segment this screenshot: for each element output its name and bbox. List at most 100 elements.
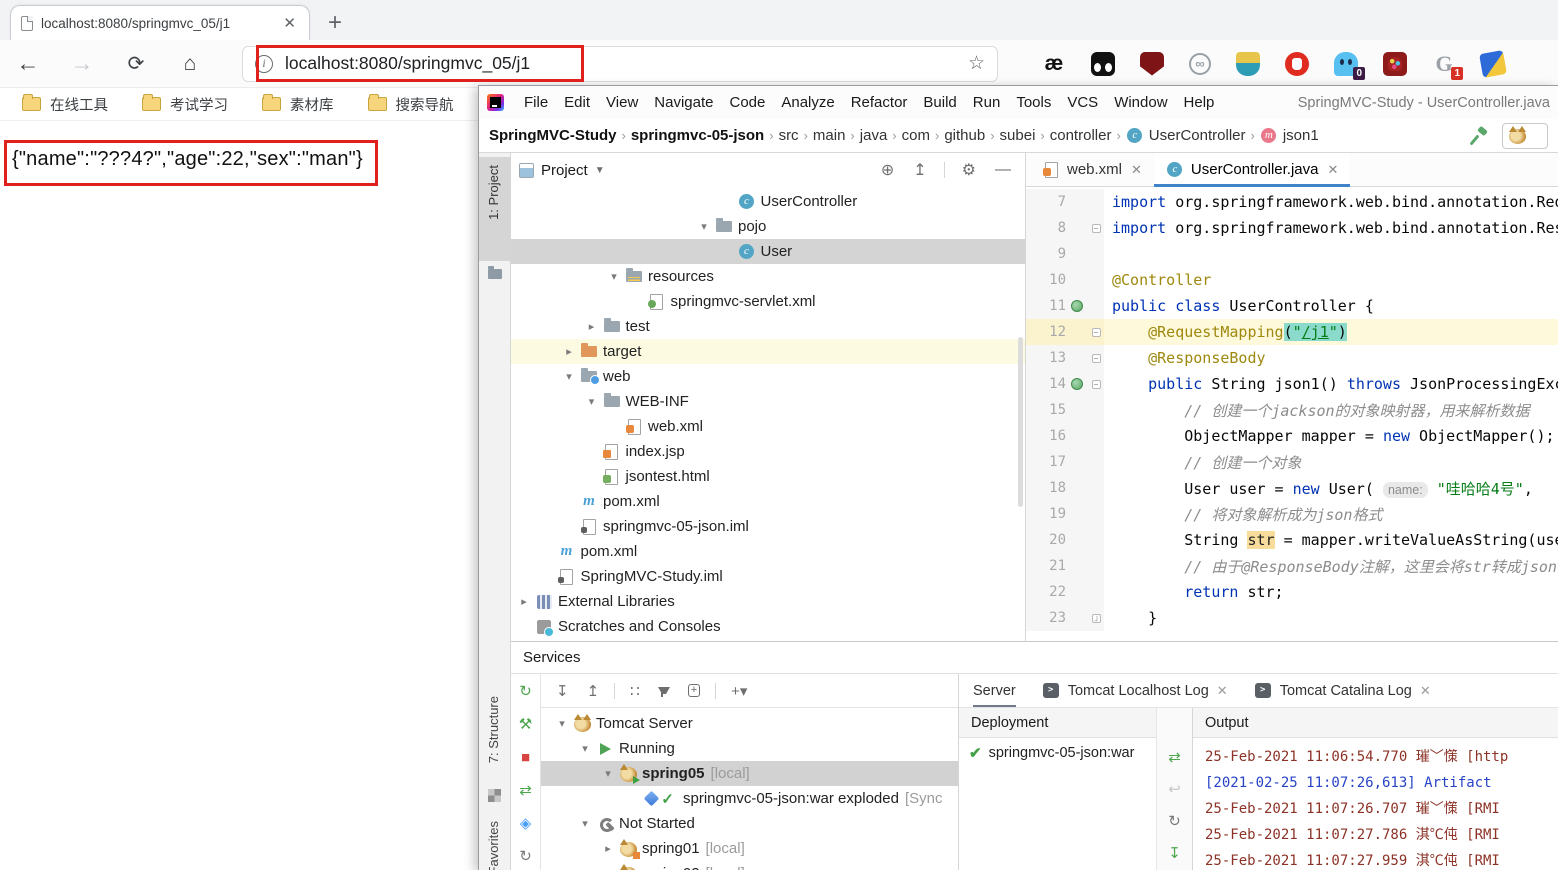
menu-vcs[interactable]: VCS: [1059, 86, 1106, 119]
service-tree-item[interactable]: ▾Not Started: [541, 811, 958, 836]
close-tab-icon[interactable]: ✕: [1129, 162, 1142, 178]
tree-item[interactable]: index.jsp: [511, 439, 1025, 464]
add-service-icon[interactable]: +▾: [724, 682, 754, 700]
bookmark-item[interactable]: 素材库: [262, 94, 334, 115]
tree-item[interactable]: springmvc-05-json.iml: [511, 514, 1025, 539]
chevron-down-icon[interactable]: ▾: [597, 767, 619, 780]
breadcrumb-item-usercontroller[interactable]: cUserController: [1126, 127, 1246, 144]
menu-file[interactable]: File: [516, 86, 556, 119]
tree-item[interactable]: cUserController: [511, 189, 1025, 214]
locate-file-icon[interactable]: ⊕: [875, 160, 900, 180]
service-tree-item[interactable]: ▸spring01 [local]: [541, 836, 958, 861]
fold-marker[interactable]: −: [1092, 380, 1101, 389]
ghostery-extension[interactable]: 0: [1334, 52, 1358, 76]
url-bar[interactable]: i localhost:8080/springmvc_05/j1 ☆: [242, 46, 998, 82]
tree-item[interactable]: ▾WEB-INF: [511, 389, 1025, 414]
group-by-icon[interactable]: ∷: [623, 682, 647, 700]
service-tree-item[interactable]: ✓springmvc-05-json:war exploded [Sync: [541, 786, 958, 811]
show-frame-icon[interactable]: +: [681, 684, 707, 697]
breadcrumb-item-src[interactable]: src: [779, 127, 799, 144]
close-tab-icon[interactable]: ✕: [1420, 683, 1431, 699]
tree-item[interactable]: cUser: [511, 239, 1025, 264]
service-tree-item[interactable]: ▾spring05 [local]: [541, 761, 958, 786]
deploy-artifacts-icon[interactable]: ⇄: [519, 783, 532, 799]
scrollbar-thumb[interactable]: [1018, 337, 1023, 507]
tab-tomcat-localhost-log[interactable]: >Tomcat Localhost Log✕: [1042, 674, 1228, 707]
stripe-favorites[interactable]: Favorites: [486, 821, 501, 870]
chevron-down-icon[interactable]: ▾: [574, 742, 596, 755]
chevron-right-icon[interactable]: ▸: [513, 595, 535, 608]
site-info-icon[interactable]: i: [255, 55, 273, 73]
tree-item[interactable]: mpom.xml: [511, 539, 1025, 564]
tree-item[interactable]: SpringMVC-Study.iml: [511, 564, 1025, 589]
expand-all-icon[interactable]: ↧: [549, 682, 576, 700]
ublock-extension[interactable]: [1140, 52, 1164, 76]
tree-item[interactable]: web.xml: [511, 414, 1025, 439]
stripe-project[interactable]: 1: Project: [486, 165, 501, 220]
menu-code[interactable]: Code: [721, 86, 773, 119]
menu-analyze[interactable]: Analyze: [773, 86, 842, 119]
settings-gear-icon[interactable]: ⚙: [956, 160, 982, 180]
services-config-icon[interactable]: ◈: [520, 816, 532, 832]
tree-item[interactable]: ▸test: [511, 314, 1025, 339]
code-editor[interactable]: 7import org.springframework.web.bind.ann…: [1026, 187, 1558, 641]
deployment-item[interactable]: ✔springmvc-05-json:war: [959, 738, 1156, 768]
chevron-right-icon[interactable]: ▸: [581, 320, 603, 333]
menu-navigate[interactable]: Navigate: [646, 86, 721, 119]
service-tree-item[interactable]: ▾Running: [541, 736, 958, 761]
deploy-to-server-icon[interactable]: ↧: [1168, 844, 1181, 862]
breadcrumb-item-com[interactable]: com: [902, 127, 930, 144]
hide-panel-icon[interactable]: —: [989, 161, 1017, 179]
project-folder-icon[interactable]: [488, 269, 502, 279]
build-hammer-icon[interactable]: [1470, 127, 1488, 145]
editor-tab-UserController.java[interactable]: cUserController.java✕: [1154, 153, 1350, 186]
tab-tomcat-catalina-log[interactable]: >Tomcat Catalina Log✕: [1254, 674, 1431, 707]
bookmark-item[interactable]: 考试学习: [142, 94, 228, 115]
menu-view[interactable]: View: [598, 86, 646, 119]
chevron-down-icon[interactable]: ▾: [693, 220, 715, 233]
bookmark-item[interactable]: 在线工具: [22, 94, 108, 115]
refresh-deployment-icon[interactable]: ↻: [1168, 812, 1181, 830]
chevron-down-icon[interactable]: ▾: [551, 717, 573, 730]
breadcrumb-item-springmvc-05-json[interactable]: springmvc-05-json: [631, 127, 764, 144]
dark-reader-extension[interactable]: [1091, 52, 1115, 76]
browser-tab[interactable]: localhost:8080/springmvc_05/j1 ✕: [10, 5, 310, 40]
stripe-structure[interactable]: 7: Structure: [486, 696, 501, 763]
spring-bean-gutter-icon[interactable]: [1071, 300, 1083, 312]
breadcrumb-item-github[interactable]: github: [944, 127, 985, 144]
proxy-extension[interactable]: [1189, 53, 1211, 75]
chevron-right-icon[interactable]: ▸: [597, 842, 619, 855]
fold-marker[interactable]: −: [1092, 224, 1101, 233]
fold-marker[interactable]: −: [1092, 328, 1101, 337]
collapse-all-icon[interactable]: ↥: [580, 682, 607, 700]
close-tab-icon[interactable]: ✕: [1217, 683, 1228, 699]
adblock-extension[interactable]: [1285, 52, 1309, 76]
tree-extension[interactable]: [1383, 52, 1407, 76]
breadcrumb-item-json1[interactable]: mjson1: [1260, 127, 1319, 144]
spring-bean-gutter-icon[interactable]: [1071, 378, 1083, 390]
breadcrumb-item-subei[interactable]: subei: [1000, 127, 1036, 144]
tree-item[interactable]: springmvc-servlet.xml: [511, 289, 1025, 314]
tree-item[interactable]: ▾web: [511, 364, 1025, 389]
breadcrumb-item-controller[interactable]: controller: [1050, 127, 1112, 144]
chevron-down-icon[interactable]: ▾: [603, 270, 625, 283]
breadcrumb-item-springmvc-study[interactable]: SpringMVC-Study: [489, 127, 617, 144]
reload-icon[interactable]: ⟳: [122, 51, 150, 76]
tree-item[interactable]: mpom.xml: [511, 489, 1025, 514]
tree-item[interactable]: ▾pojo: [511, 214, 1025, 239]
menu-run[interactable]: Run: [965, 86, 1009, 119]
forward-icon[interactable]: →: [68, 50, 96, 77]
back-icon[interactable]: ←: [14, 50, 42, 77]
deploy-icon[interactable]: ⇄: [1168, 748, 1181, 766]
new-tab-button[interactable]: +: [328, 6, 342, 40]
rerun-server-icon[interactable]: ↻: [519, 684, 532, 700]
structure-icon[interactable]: [488, 789, 501, 802]
breadcrumb-item-main[interactable]: main: [813, 127, 846, 144]
collapse-all-icon[interactable]: ↥: [907, 160, 932, 180]
menu-tools[interactable]: Tools: [1008, 86, 1059, 119]
ae-extension[interactable]: æ: [1042, 52, 1066, 76]
undeploy-icon[interactable]: ↩: [1168, 780, 1181, 798]
breadcrumb-item-java[interactable]: java: [860, 127, 888, 144]
tree-item[interactable]: jsontest.html: [511, 464, 1025, 489]
url-text[interactable]: localhost:8080/springmvc_05/j1: [285, 53, 956, 74]
